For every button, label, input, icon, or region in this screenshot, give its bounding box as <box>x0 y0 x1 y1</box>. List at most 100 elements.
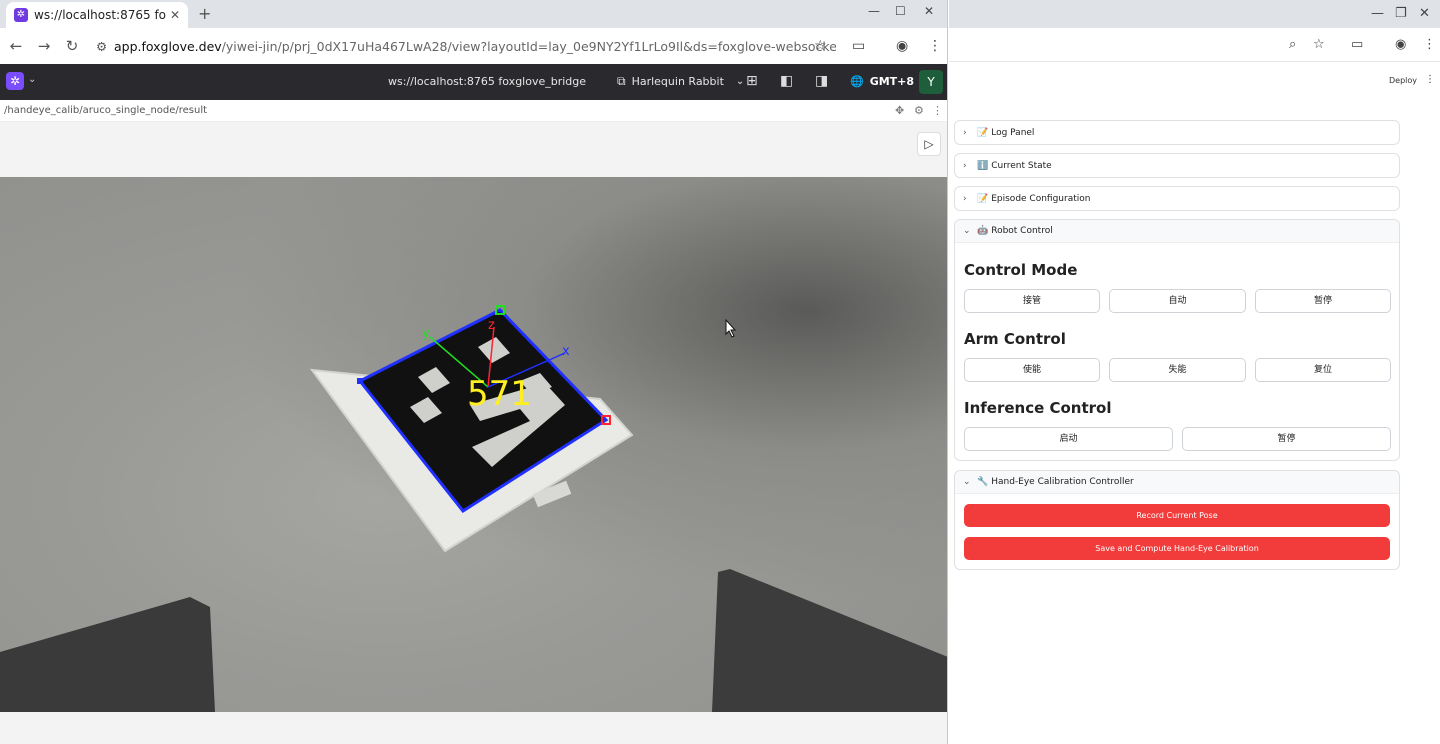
expander-header[interactable]: ⌄ 🔧 Hand-Eye Calibration Controller <box>955 471 1399 494</box>
browser-menu-icon[interactable]: ⋮ <box>1423 37 1436 52</box>
browser-tab[interactable]: ✲ ws://localhost:8765 foxg ✕ <box>6 2 188 28</box>
site-settings-icon[interactable]: ⚙ <box>96 39 114 54</box>
new-tab-icon[interactable]: + <box>198 4 211 23</box>
add-panel-icon[interactable]: ⊞ <box>746 73 758 89</box>
expander-header[interactable]: › 📝 Log Panel <box>955 121 1399 144</box>
drag-panel-icon[interactable]: ✥ <box>895 104 904 117</box>
panel-settings-icon[interactable]: ⚙ <box>914 104 924 117</box>
panel-top-padding: ▷ <box>0 122 947 177</box>
expander-episode-configuration[interactable]: › 📝 Episode Configuration <box>954 186 1400 211</box>
chevron-right-icon: › <box>963 127 967 138</box>
camera-image[interactable]: y z x 571 <box>0 177 947 712</box>
browser-menu-icon[interactable]: ⋮ <box>928 38 942 54</box>
info-icon: ℹ️ <box>977 160 989 171</box>
expander-current-state[interactable]: › ℹ️ Current State <box>954 153 1400 178</box>
connection-source[interactable]: ws://localhost:8765 foxglove_bridge <box>388 75 586 88</box>
expander-header[interactable]: › 📝 Episode Configuration <box>955 187 1399 210</box>
expander-label: Current State <box>991 160 1052 171</box>
timezone-selector[interactable]: 🌐 GMT+8 <box>850 75 914 88</box>
expander-handeye-calibration: ⌄ 🔧 Hand-Eye Calibration Controller Reco… <box>954 470 1400 570</box>
memo-icon: 📝 <box>977 127 989 138</box>
reset-button[interactable]: 复位 <box>1255 358 1391 382</box>
left-sidebar-icon[interactable]: ◧ <box>780 73 793 89</box>
app-menu-icon[interactable]: ⋮ <box>1425 74 1435 85</box>
control-mode-title: Control Mode <box>964 261 1078 279</box>
foxglove-favicon-icon: ✲ <box>14 8 28 22</box>
url-path: /yiwei-jin/p/prj_0dX17uHa467LwA28/view?l… <box>221 38 836 54</box>
layout-selector[interactable]: ⧉ Harlequin Rabbit ⌄ <box>617 74 744 89</box>
user-avatar[interactable]: Y <box>919 70 943 94</box>
image-panel-body: ▷ y z x 571 <box>0 122 947 744</box>
timezone-label: GMT+8 <box>869 75 915 88</box>
back-icon[interactable]: ← <box>2 37 30 55</box>
expander-label: Robot Control <box>991 226 1053 236</box>
axis-x-label: x <box>562 344 570 359</box>
bookmark-star-icon[interactable]: ☆ <box>1313 37 1325 52</box>
inference-control-title: Inference Control <box>964 399 1112 417</box>
browser-window-right: — ❐ ✕ ⌕ ☆ ▭ ◉ ⋮ Deploy ⋮ › 📝 Log Panel ›… <box>949 0 1440 744</box>
minimize-icon[interactable]: — <box>868 4 880 18</box>
auto-button[interactable]: 自动 <box>1109 289 1246 313</box>
arm-control-title: Arm Control <box>964 330 1066 348</box>
forward-icon[interactable]: → <box>30 37 58 55</box>
wrench-icon: 🔧 <box>977 477 989 487</box>
close-tab-icon[interactable]: ✕ <box>170 8 180 22</box>
panel-menu-icon[interactable]: ⋮ <box>932 104 943 117</box>
mouse-cursor-icon <box>725 318 737 338</box>
chevron-right-icon: › <box>963 193 967 204</box>
cast-icon[interactable]: ▭ <box>1351 37 1363 52</box>
right-tab-strip: — ❐ ✕ <box>949 0 1440 28</box>
panel-topic-path[interactable]: /handeye_calib/aruco_single_node/result <box>4 105 207 116</box>
compute-calibration-button[interactable]: Save and Compute Hand-Eye Calibration <box>964 537 1390 560</box>
tab-title: ws://localhost:8765 foxg <box>34 8 166 22</box>
expander-log-panel[interactable]: › 📝 Log Panel <box>954 120 1400 145</box>
chevron-down-icon: ⌄ <box>735 76 745 87</box>
deploy-button[interactable]: Deploy <box>1389 76 1417 85</box>
chevron-down-icon: ⌄ <box>963 226 971 236</box>
left-gripper <box>0 597 215 712</box>
profile-icon[interactable]: ◉ <box>896 38 908 54</box>
interactions-icon[interactable]: ▷ <box>917 132 941 156</box>
corner-blue <box>357 378 363 384</box>
disable-button[interactable]: 失能 <box>1109 358 1246 382</box>
right-browser-toolbar: ⌕ ☆ ▭ ◉ ⋮ <box>949 28 1440 62</box>
close-window-icon[interactable]: ✕ <box>924 4 934 18</box>
layout-icon: ⧉ <box>617 74 626 88</box>
enable-button[interactable]: 使能 <box>964 358 1100 382</box>
image-panel-header: /handeye_calib/aruco_single_node/result … <box>0 100 947 122</box>
browser-window-left: ✲ ws://localhost:8765 foxg ✕ + — ☐ ✕ ← →… <box>0 0 948 744</box>
takeover-button[interactable]: 接管 <box>964 289 1100 313</box>
close-window-icon[interactable]: ✕ <box>1419 6 1430 21</box>
minimize-icon[interactable]: — <box>1371 6 1384 21</box>
browser-toolbar: ← → ↻ ⚙ app.foxglove.dev /yiwei-jin/p/pr… <box>0 28 947 64</box>
axis-z-label: z <box>488 318 495 333</box>
right-gripper <box>712 569 947 712</box>
expander-robot-control: ⌄ 🤖 Robot Control Control Mode 接管 自动 暂停 … <box>954 219 1400 461</box>
app-menu-chevron-icon[interactable]: ⌄ <box>28 74 36 85</box>
maximize-icon[interactable]: ☐ <box>895 4 906 18</box>
start-inference-button[interactable]: 启动 <box>964 427 1173 451</box>
profile-icon[interactable]: ◉ <box>1395 37 1406 52</box>
bookmark-star-icon[interactable]: ☆ <box>814 38 827 54</box>
restore-icon[interactable]: ❐ <box>1395 6 1407 21</box>
foxglove-app-bar: ✲ ⌄ ws://localhost:8765 foxglove_bridge … <box>0 64 947 100</box>
url-host: app.foxglove.dev <box>113 38 222 54</box>
expander-label: Episode Configuration <box>991 193 1091 204</box>
expander-header[interactable]: ⌄ 🤖 Robot Control <box>955 220 1399 243</box>
right-sidebar-icon[interactable]: ◨ <box>815 73 828 89</box>
zoom-icon[interactable]: ⌕ <box>1289 37 1296 52</box>
tab-strip: ✲ ws://localhost:8765 foxg ✕ + — ☐ ✕ <box>0 0 947 28</box>
address-bar[interactable]: ⚙ app.foxglove.dev /yiwei-jin/p/prj_0dX1… <box>96 33 836 59</box>
foxglove-logo-icon[interactable]: ✲ <box>6 72 24 90</box>
pause-inference-button[interactable]: 暂停 <box>1182 427 1391 451</box>
reload-icon[interactable]: ↻ <box>58 37 86 55</box>
cast-icon[interactable]: ▭ <box>852 38 865 54</box>
chevron-down-icon: ⌄ <box>963 477 971 487</box>
aruco-overlay: y z x 571 <box>0 305 947 712</box>
memo-icon: 📝 <box>977 193 989 204</box>
pause-mode-button[interactable]: 暂停 <box>1255 289 1391 313</box>
expander-label: Log Panel <box>991 127 1035 138</box>
record-pose-button[interactable]: Record Current Pose <box>964 504 1390 527</box>
expander-header[interactable]: › ℹ️ Current State <box>955 154 1399 177</box>
marker-id-label: 571 <box>467 374 532 414</box>
